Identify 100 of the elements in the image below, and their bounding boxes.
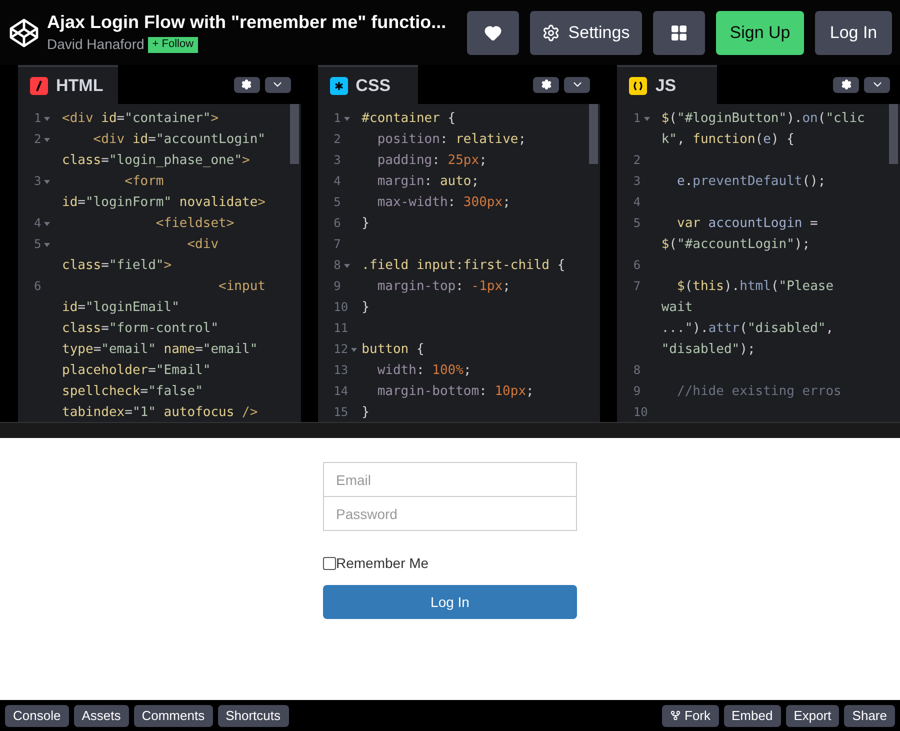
html-icon	[30, 76, 48, 94]
code-line: //hide existing erros	[676, 383, 842, 401]
line-number: 8	[633, 362, 641, 379]
code-line: type="email" name="email"	[62, 341, 258, 359]
code-line: .field input:first-child {	[362, 257, 566, 275]
line-number: 1	[34, 110, 42, 127]
code-line: $("#loginButton").on("clic	[661, 110, 865, 128]
code-line: class="login_phase_one">	[62, 152, 250, 170]
code-line: button {	[362, 341, 424, 359]
fold-marker-icon[interactable]	[44, 117, 50, 121]
pen-title: Ajax Login Flow with "remember me" functio...	[47, 11, 448, 34]
fold-marker-icon[interactable]	[344, 264, 350, 268]
line-number: 15	[334, 404, 348, 421]
scrollbar-thumb[interactable]	[290, 104, 299, 164]
editor-collapse-button[interactable]	[264, 76, 291, 92]
css-icon	[330, 76, 348, 94]
logo-icon[interactable]	[8, 16, 40, 48]
code-line: id="loginEmail"	[62, 299, 180, 317]
editor-tab[interactable]: CSS	[318, 65, 418, 104]
line-number: 1	[633, 110, 641, 127]
code-line: max-width: 300px;	[376, 194, 510, 212]
author-name[interactable]: David Hanaford	[47, 34, 144, 55]
line-number: 6	[34, 278, 42, 295]
footer-button[interactable]: Embed	[724, 704, 781, 726]
settings-button[interactable]: Settings	[530, 10, 642, 54]
code-line: k", function(e) {	[661, 131, 794, 149]
line-number: 5	[334, 194, 341, 211]
js-icon	[629, 76, 648, 94]
remember-label: Remember Me	[336, 554, 429, 572]
scrollbar-thumb[interactable]	[889, 104, 898, 164]
line-number: 14	[334, 383, 348, 400]
code-line: }	[362, 215, 370, 233]
footer-button[interactable]: Share	[844, 704, 895, 726]
line-number: 2	[633, 152, 641, 169]
line-number: 2	[34, 131, 42, 148]
follow-button[interactable]: + Follow	[148, 36, 198, 52]
editor-tab[interactable]: JS	[617, 65, 718, 104]
layout-button[interactable]	[653, 10, 705, 54]
code-line: "disabled");	[661, 341, 756, 359]
editor-settings-button[interactable]	[533, 76, 560, 92]
line-number: 3	[334, 152, 341, 169]
gear-icon	[540, 79, 552, 90]
code-line: <fieldset>	[154, 215, 234, 233]
editor-collapse-button[interactable]	[864, 76, 890, 92]
sign-up-button[interactable]: Sign Up	[716, 10, 804, 54]
fold-marker-icon[interactable]	[44, 180, 50, 184]
code-line: }	[362, 404, 370, 422]
footer-button[interactable]: Shortcuts	[218, 704, 288, 726]
fold-marker-icon[interactable]	[44, 138, 50, 142]
line-number: 9	[334, 278, 341, 295]
code-line: position: relative;	[376, 131, 526, 149]
line-number: 6	[334, 215, 341, 232]
log-in-button[interactable]: Log In	[815, 10, 892, 54]
fold-marker-icon[interactable]	[44, 222, 50, 226]
line-number: 6	[633, 257, 641, 274]
editor-collapse-button[interactable]	[564, 76, 590, 92]
line-number: 11	[334, 320, 348, 337]
editor-settings-button[interactable]	[833, 76, 860, 92]
code-line: <div	[186, 236, 219, 254]
footer-button[interactable]: Assets	[74, 704, 129, 726]
editor-settings-button[interactable]	[234, 76, 260, 92]
code-line: margin: auto;	[376, 173, 480, 191]
code-line: <form	[124, 173, 164, 191]
line-number: 4	[34, 215, 42, 232]
heart-icon	[484, 24, 502, 42]
footer-button[interactable]: Fork	[662, 704, 719, 726]
line-number: 7	[633, 278, 641, 295]
line-number: 5	[34, 236, 42, 253]
footer-button[interactable]: Console	[5, 704, 69, 726]
code-line: }	[362, 299, 370, 317]
line-number: 13	[334, 362, 348, 379]
code-line: wait	[661, 299, 693, 317]
line-number: 1	[334, 110, 341, 127]
gear-icon	[241, 79, 252, 90]
fold-marker-icon[interactable]	[44, 243, 50, 247]
line-number: 7	[334, 236, 341, 253]
line-number: 4	[633, 194, 641, 211]
editor-tab[interactable]: HTML	[18, 65, 118, 104]
code-line: <div id="container">	[62, 110, 219, 128]
code-line: padding: 25px;	[376, 152, 487, 170]
code-line: class="form-control"	[62, 320, 219, 338]
scrollbar-thumb[interactable]	[589, 104, 598, 164]
grid-icon	[670, 24, 688, 42]
remember-checkbox[interactable]	[323, 556, 336, 570]
line-number: 3	[633, 173, 641, 190]
fold-marker-icon[interactable]	[351, 348, 358, 352]
password-field[interactable]: Password	[323, 497, 577, 531]
fold-marker-icon[interactable]	[644, 117, 650, 121]
email-field[interactable]: Email	[323, 462, 577, 497]
log-in-submit-button[interactable]: Log In	[323, 585, 577, 619]
line-number: 12	[334, 341, 348, 358]
code-line: margin-bottom: 10px;	[376, 383, 534, 401]
footer-button[interactable]: Export	[786, 704, 840, 726]
fold-marker-icon[interactable]	[344, 117, 350, 121]
code-line: <div id="accountLogin"	[92, 131, 266, 149]
heart-button[interactable]	[467, 10, 519, 54]
fork-icon	[670, 710, 681, 721]
footer-button[interactable]: Comments	[134, 704, 213, 726]
code-line: $(this).html("Please	[676, 278, 834, 296]
editor-title: CSS	[356, 74, 391, 97]
